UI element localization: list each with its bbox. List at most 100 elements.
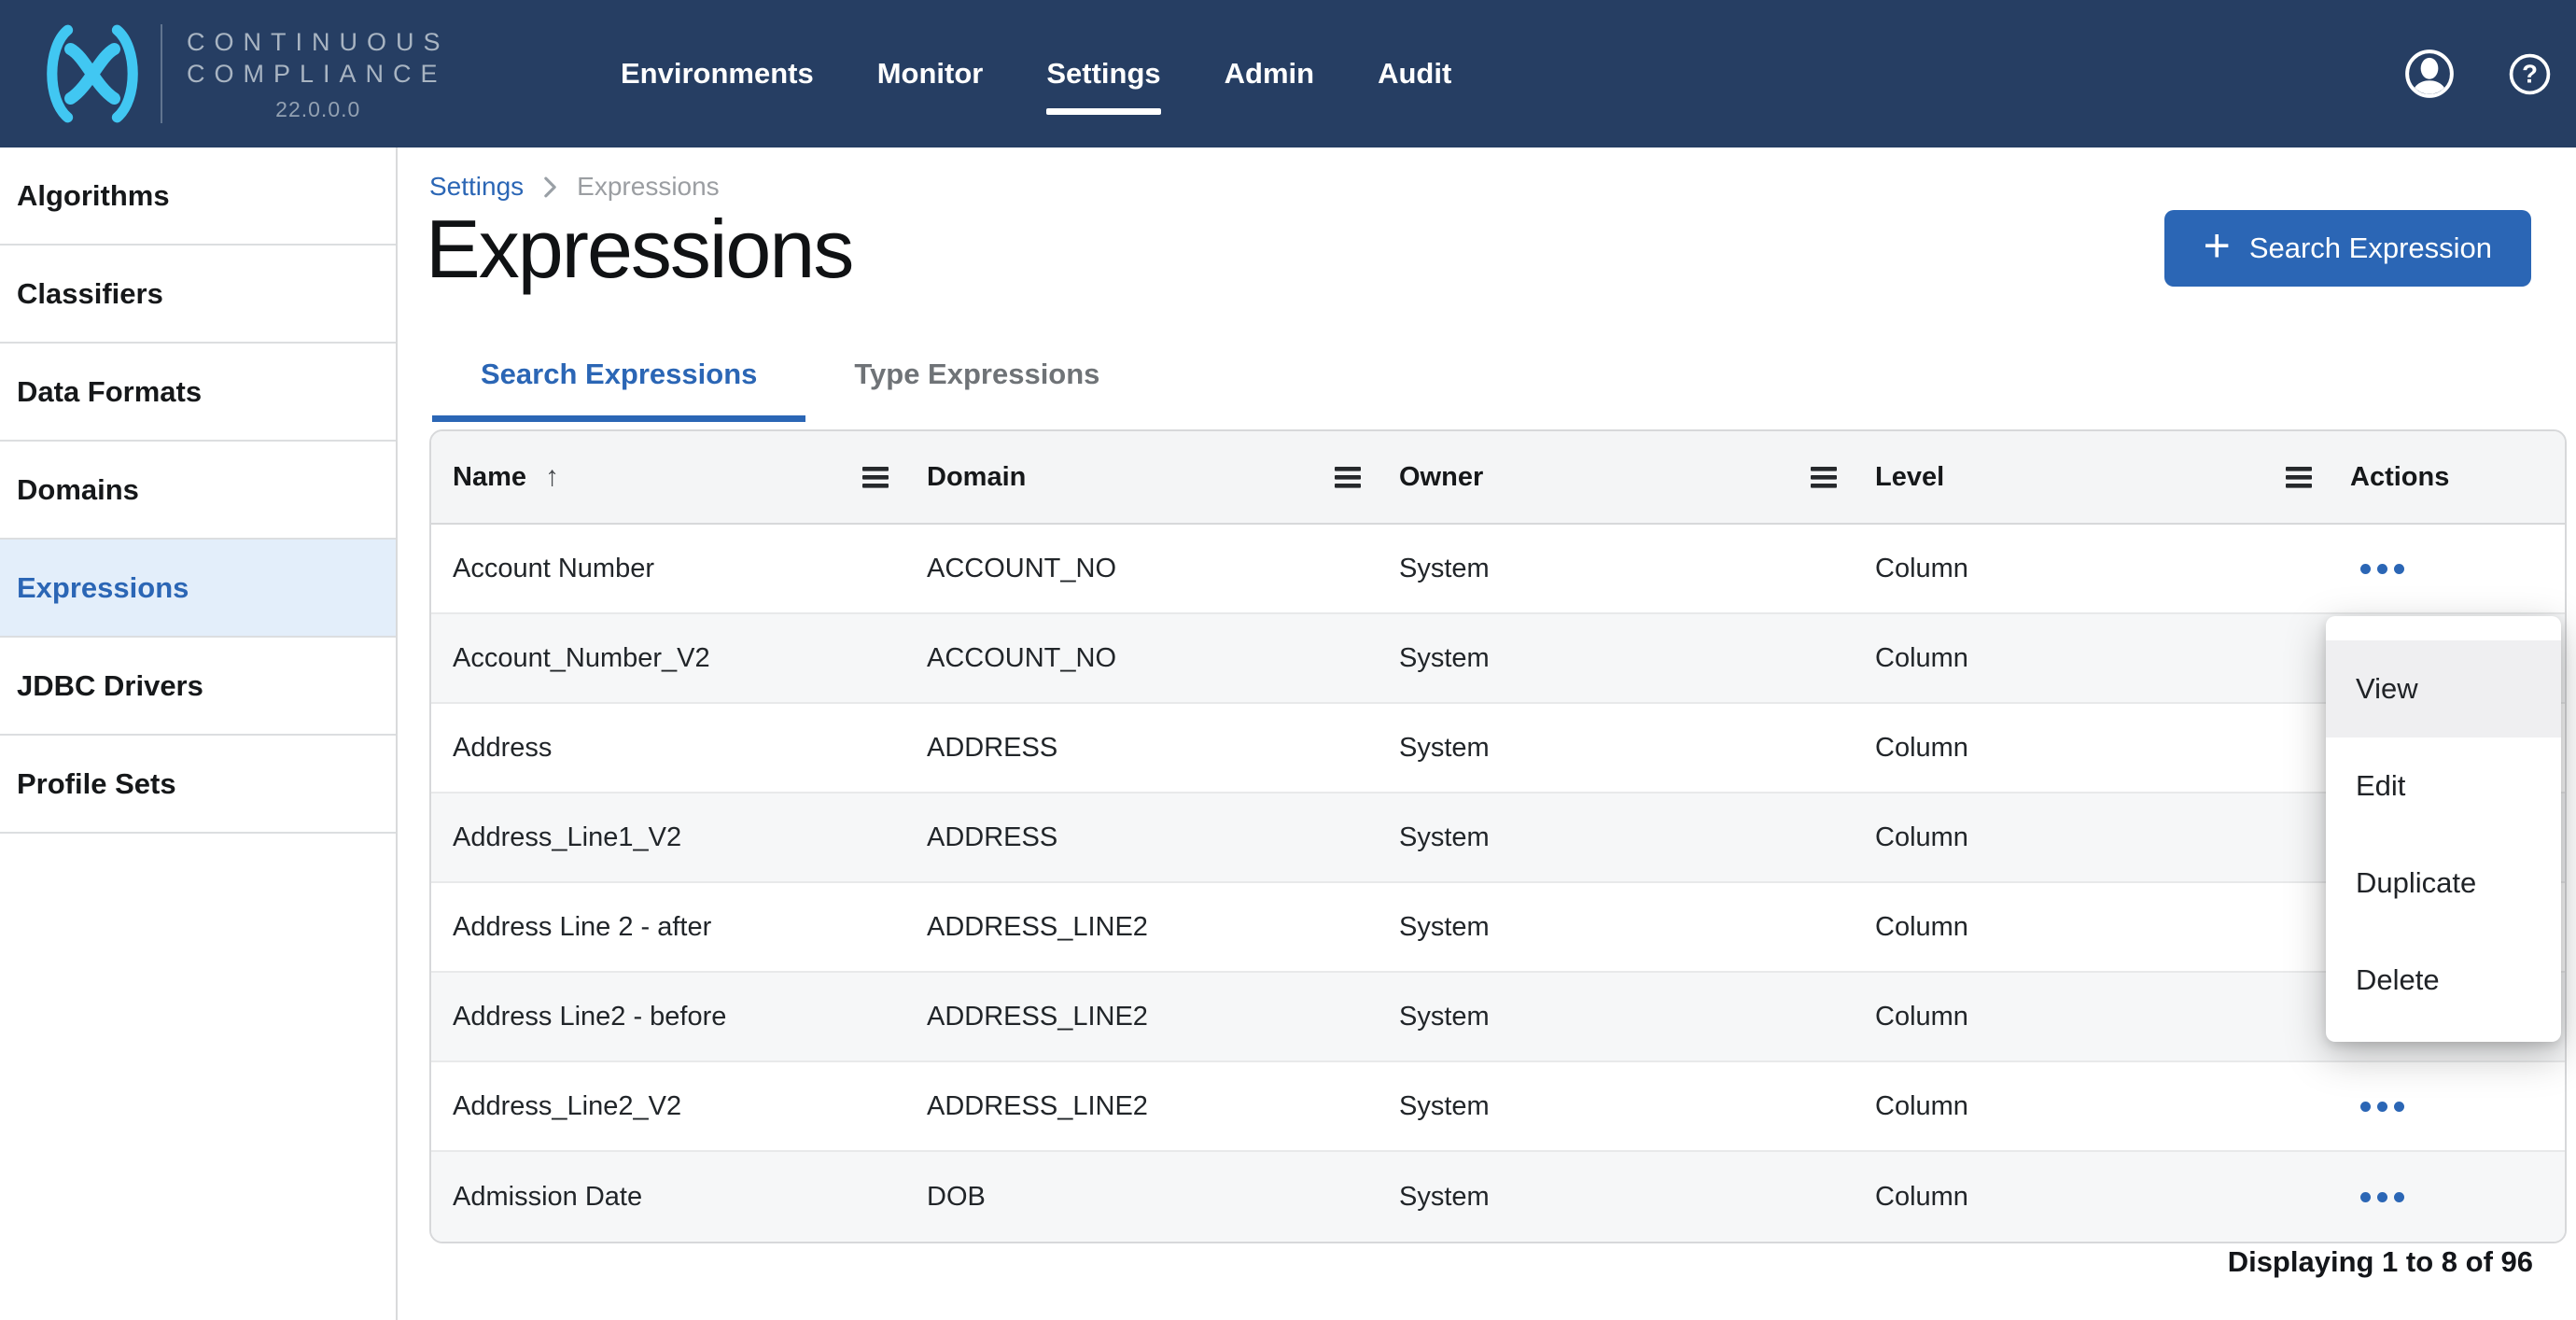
owner-cell: System (1378, 554, 1854, 584)
domain-cell: ADDRESS_LINE2 (905, 912, 1378, 943)
table-row: Address Line2 - beforeADDRESS_LINE2Syste… (431, 973, 2565, 1062)
search-expression-button[interactable]: + Search Expression (2164, 210, 2531, 287)
level-cell: Column (1854, 554, 2329, 584)
ellipsis-dot (2394, 564, 2404, 574)
nav-item-monitor[interactable]: Monitor (877, 57, 984, 91)
column-header-label: Level (1875, 462, 1944, 493)
sidebar-item-classifiers[interactable]: Classifiers (0, 246, 396, 344)
sidebar-item-data-formats[interactable]: Data Formats (0, 344, 396, 442)
name-cell: Account_Number_V2 (431, 643, 905, 674)
column-header-domain[interactable]: Domain (905, 431, 1378, 523)
column-menu-icon[interactable] (1335, 466, 1361, 489)
brand-name-line2: COMPLIANCE (187, 58, 450, 90)
level-cell: Column (1854, 822, 2329, 853)
owner-cell: System (1378, 733, 1854, 764)
context-menu-item-delete[interactable]: Delete (2326, 932, 2561, 1029)
table-body: Account NumberACCOUNT_NOSystemColumnAcco… (431, 525, 2565, 1242)
name-cell: Address Line2 - before (431, 1002, 905, 1032)
column-header-label: Domain (927, 462, 1026, 493)
actions-cell (2329, 1092, 2565, 1121)
breadcrumb: Settings Expressions (429, 172, 720, 202)
ellipsis-dot (2377, 1192, 2387, 1202)
brand-logo[interactable]: CONTINUOUS COMPLIANCE 22.0.0.0 (0, 24, 434, 123)
sidebar: AlgorithmsClassifiersData FormatsDomains… (0, 147, 398, 1320)
tab-bar: Search Expressions Type Expressions (432, 358, 1148, 422)
nav-item-settings[interactable]: Settings (1046, 57, 1160, 91)
ellipsis-dot (2377, 564, 2387, 574)
name-cell: Admission Date (431, 1182, 905, 1213)
level-cell: Column (1854, 1091, 2329, 1122)
row-actions-menu-button[interactable] (2355, 1183, 2410, 1212)
owner-cell: System (1378, 1002, 1854, 1032)
level-cell: Column (1854, 733, 2329, 764)
sidebar-item-jdbc-drivers[interactable]: JDBC Drivers (0, 638, 396, 736)
breadcrumb-current: Expressions (577, 172, 720, 202)
column-header-level[interactable]: Level (1854, 431, 2329, 523)
user-icon[interactable] (2404, 49, 2455, 99)
table-row: AddressADDRESSSystemColumn (431, 704, 2565, 793)
owner-cell: System (1378, 643, 1854, 674)
level-cell: Column (1854, 912, 2329, 943)
breadcrumb-link-settings[interactable]: Settings (429, 172, 524, 202)
ellipsis-dot (2394, 1102, 2404, 1112)
tab-search-expressions[interactable]: Search Expressions (432, 358, 805, 422)
tab-type-expressions[interactable]: Type Expressions (805, 358, 1148, 422)
column-header-label: Owner (1399, 462, 1483, 493)
context-menu-item-edit[interactable]: Edit (2326, 737, 2561, 835)
domain-cell: ADDRESS_LINE2 (905, 1002, 1378, 1032)
name-cell: Address Line 2 - after (431, 912, 905, 943)
nav-item-admin[interactable]: Admin (1225, 57, 1314, 91)
ellipsis-dot (2377, 1102, 2387, 1112)
column-header-name[interactable]: Name↑ (431, 431, 905, 523)
column-menu-icon[interactable] (1811, 466, 1837, 489)
owner-cell: System (1378, 1091, 1854, 1122)
domain-cell: ADDRESS (905, 822, 1378, 853)
ellipsis-dot (2360, 564, 2371, 574)
brand-wordmark: CONTINUOUS COMPLIANCE 22.0.0.0 (187, 26, 450, 122)
app: { "brand": { "line1": "CONTINUOUS", "lin… (0, 0, 2576, 1320)
column-header-actions[interactable]: Actions (2329, 431, 2565, 523)
nav-item-environments[interactable]: Environments (621, 57, 814, 91)
owner-cell: System (1378, 1182, 1854, 1213)
ellipsis-dot (2360, 1102, 2371, 1112)
column-header-owner[interactable]: Owner (1378, 431, 1854, 523)
owner-cell: System (1378, 822, 1854, 853)
table-row: Account NumberACCOUNT_NOSystemColumn (431, 525, 2565, 614)
svg-text:?: ? (2522, 59, 2538, 88)
column-menu-icon[interactable] (862, 466, 889, 489)
table-row: Address_Line2_V2ADDRESS_LINE2SystemColum… (431, 1062, 2565, 1152)
level-cell: Column (1854, 643, 2329, 674)
name-cell: Address (431, 733, 905, 764)
name-cell: Account Number (431, 554, 905, 584)
nav-item-audit[interactable]: Audit (1378, 57, 1451, 91)
sidebar-item-expressions[interactable]: Expressions (0, 540, 396, 638)
sidebar-item-domains[interactable]: Domains (0, 442, 396, 540)
top-bar-icons: ? (2404, 49, 2576, 99)
expressions-table: Name↑ Domain Owner Level Actions Account Num… (429, 429, 2567, 1243)
domain-cell: ACCOUNT_NO (905, 554, 1378, 584)
row-actions-menu-button[interactable] (2355, 555, 2410, 583)
sidebar-item-profile-sets[interactable]: Profile Sets (0, 736, 396, 834)
delphix-logo-icon (35, 24, 149, 123)
context-menu-item-duplicate[interactable]: Duplicate (2326, 835, 2561, 932)
top-nav: Environments Monitor Settings Admin Audit (621, 0, 1451, 147)
table-row: Address_Line1_V2ADDRESSSystemColumn (431, 793, 2565, 883)
owner-cell: System (1378, 912, 1854, 943)
top-bar: CONTINUOUS COMPLIANCE 22.0.0.0 Environme… (0, 0, 2576, 147)
row-actions-menu-button[interactable] (2355, 1092, 2410, 1121)
table-header-row: Name↑ Domain Owner Level Actions (431, 431, 2565, 525)
help-icon[interactable]: ? (2509, 53, 2551, 95)
context-menu: ViewEditDuplicateDelete (2326, 616, 2561, 1042)
domain-cell: DOB (905, 1182, 1378, 1213)
domain-cell: ACCOUNT_NO (905, 643, 1378, 674)
brand-divider (161, 24, 162, 123)
level-cell: Column (1854, 1182, 2329, 1213)
actions-cell (2329, 555, 2565, 583)
column-header-label: Actions (2350, 462, 2449, 493)
ellipsis-dot (2360, 1192, 2371, 1202)
breadcrumb-chevron-icon (542, 175, 558, 200)
column-header-label: Name (453, 462, 526, 493)
column-menu-icon[interactable] (2286, 466, 2312, 489)
sidebar-item-algorithms[interactable]: Algorithms (0, 147, 396, 246)
context-menu-item-view[interactable]: View (2326, 640, 2561, 737)
